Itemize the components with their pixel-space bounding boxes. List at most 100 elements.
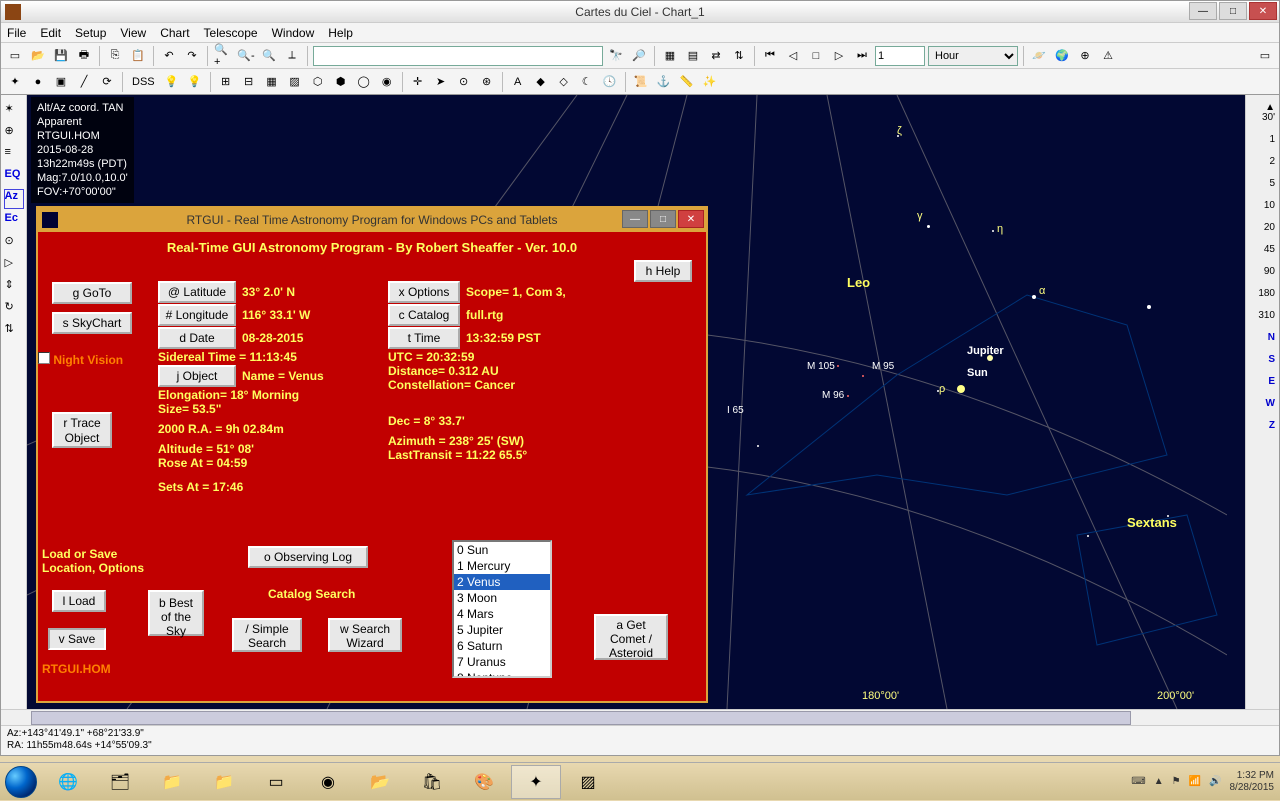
scale-10[interactable]: 10	[1250, 195, 1275, 217]
earth-icon[interactable]: 🌍	[1052, 46, 1072, 66]
find-icon[interactable]: 🔎	[629, 46, 649, 66]
volume-icon[interactable]: 🔊	[1209, 776, 1221, 787]
window-icon[interactable]: ▭	[1255, 46, 1275, 66]
coord-icon[interactable]: ⊞	[216, 72, 236, 92]
paste-icon[interactable]: 📋	[128, 46, 148, 66]
rtgui-maximize-button[interactable]: □	[650, 210, 676, 228]
grid-icon[interactable]: ▦	[660, 46, 680, 66]
save-icon[interactable]: 💾	[51, 46, 71, 66]
less-icon[interactable]: ◇	[554, 72, 574, 92]
menu-setup[interactable]: Setup	[75, 26, 106, 40]
undo-icon[interactable]: ↶	[159, 46, 179, 66]
scale-2[interactable]: 2	[1250, 151, 1275, 173]
grid4-icon[interactable]: ▨	[285, 72, 305, 92]
eq-icon[interactable]: EQ	[4, 167, 24, 187]
flag-icon[interactable]: ⚑	[1172, 776, 1181, 787]
list-item[interactable]: 4 Mars	[454, 606, 550, 622]
scale-310[interactable]: 310	[1250, 305, 1275, 327]
zoom-icon[interactable]: 🔍	[259, 46, 279, 66]
search-wizard-button[interactable]: w Search Wizard	[328, 618, 402, 652]
skychart-button[interactable]: s SkyChart	[52, 312, 132, 334]
list-item[interactable]: 1 Mercury	[454, 558, 550, 574]
night-vision-checkbox[interactable]	[38, 352, 50, 364]
save-button[interactable]: v Save	[48, 628, 106, 650]
nav-last-icon[interactable]: ⏭	[852, 46, 872, 66]
clock-icon[interactable]: 🕓	[600, 72, 620, 92]
ra-icon[interactable]: ✶	[4, 101, 24, 121]
scope-icon[interactable]: ✛	[408, 72, 428, 92]
updown-icon[interactable]: ⇕	[4, 277, 24, 297]
grid2-icon[interactable]: ▤	[683, 46, 703, 66]
scale-1[interactable]: 1	[1250, 129, 1275, 151]
print-icon[interactable]: 🖶	[74, 46, 94, 66]
menu-file[interactable]: File	[7, 26, 26, 40]
task-paint[interactable]: 🎨	[459, 765, 509, 799]
obslist-icon[interactable]: ≡	[4, 145, 24, 165]
tray-up-icon[interactable]: ▲	[1154, 776, 1164, 787]
keyboard-icon[interactable]: ⌨	[1131, 776, 1145, 787]
dir-e[interactable]: E	[1250, 371, 1275, 393]
target-icon[interactable]: ⊕	[1075, 46, 1095, 66]
dec-icon[interactable]: ⊕	[4, 123, 24, 143]
planet-icon[interactable]: 🪐	[1029, 46, 1049, 66]
scale-90[interactable]: 90	[1250, 261, 1275, 283]
search-input[interactable]	[313, 46, 603, 66]
zoom-out-icon[interactable]: 🔍-	[236, 46, 256, 66]
start-button[interactable]	[0, 763, 42, 801]
get-comet-button[interactable]: a Get Comet / Asteroid	[594, 614, 668, 660]
maximize-button[interactable]: □	[1219, 2, 1247, 20]
nav-first-icon[interactable]: ⏮	[760, 46, 780, 66]
track-icon[interactable]: ⊛	[477, 72, 497, 92]
image-icon[interactable]: ▣	[51, 72, 71, 92]
close-button[interactable]: ✕	[1249, 2, 1277, 20]
redo-icon[interactable]: ↷	[182, 46, 202, 66]
list-item[interactable]: 6 Saturn	[454, 638, 550, 654]
minimize-button[interactable]: —	[1189, 2, 1217, 20]
task-folder1[interactable]: 📁	[147, 765, 197, 799]
catalog-button[interactable]: c Catalog	[388, 304, 460, 326]
observing-log-button[interactable]: o Observing Log	[248, 546, 368, 568]
task-chrome[interactable]: ◉	[303, 765, 353, 799]
coord2-icon[interactable]: ⊟	[239, 72, 259, 92]
list-item[interactable]: 5 Jupiter	[454, 622, 550, 638]
task-folder2[interactable]: 📁	[199, 765, 249, 799]
swap-icon[interactable]: ⇅	[4, 321, 24, 341]
scale-icon[interactable]: ⟂	[282, 46, 302, 66]
ecliptic-icon[interactable]: ◯	[354, 72, 374, 92]
right-icon[interactable]: ▷	[4, 255, 24, 275]
dss-button[interactable]: DSS	[128, 72, 159, 92]
mirror-icon[interactable]: ⇄	[706, 46, 726, 66]
grid3-icon[interactable]: ▦	[262, 72, 282, 92]
list-item[interactable]: 3 Moon	[454, 590, 550, 606]
zoom-in-icon[interactable]: 🔍+	[213, 46, 233, 66]
menu-telescope[interactable]: Telescope	[204, 26, 258, 40]
bulb-icon[interactable]: 💡	[162, 72, 182, 92]
dir-z[interactable]: Z	[1250, 415, 1275, 437]
more-icon[interactable]: ◆	[531, 72, 551, 92]
bound-icon[interactable]: ⬢	[331, 72, 351, 92]
bulb2-icon[interactable]: 💡	[185, 72, 205, 92]
task-rtgui[interactable]: ▨	[563, 765, 613, 799]
trace-button[interactable]: r Trace Object	[52, 412, 112, 448]
tray-clock[interactable]: 1:32 PM 8/28/2015	[1230, 770, 1275, 794]
task-store[interactable]: 🛍	[407, 765, 457, 799]
dso-icon[interactable]: ●	[28, 72, 48, 92]
goto-button[interactable]: g GoTo	[52, 282, 132, 304]
latitude-button[interactable]: @ Latitude	[158, 281, 236, 303]
flip-icon[interactable]: ⇅	[729, 46, 749, 66]
sync-icon[interactable]: ⊙	[454, 72, 474, 92]
task-ie[interactable]: 🌐	[43, 765, 93, 799]
scale-30m[interactable]: 30'	[1250, 107, 1275, 129]
scale-5[interactable]: 5	[1250, 173, 1275, 195]
ec-icon[interactable]: Ec	[4, 211, 24, 231]
time-button[interactable]: t Time	[388, 327, 460, 349]
nav-prev-icon[interactable]: ◁	[783, 46, 803, 66]
list-item[interactable]: 8 Neptune	[454, 670, 550, 678]
galactic-icon[interactable]: ◉	[377, 72, 397, 92]
menu-view[interactable]: View	[120, 26, 146, 40]
menu-window[interactable]: Window	[272, 26, 315, 40]
horizontal-scrollbar[interactable]	[1, 709, 1279, 725]
new-chart-icon[interactable]: ▭	[5, 46, 25, 66]
nav-next-icon[interactable]: ▷	[829, 46, 849, 66]
task-explorer[interactable]: 🗂	[95, 765, 145, 799]
